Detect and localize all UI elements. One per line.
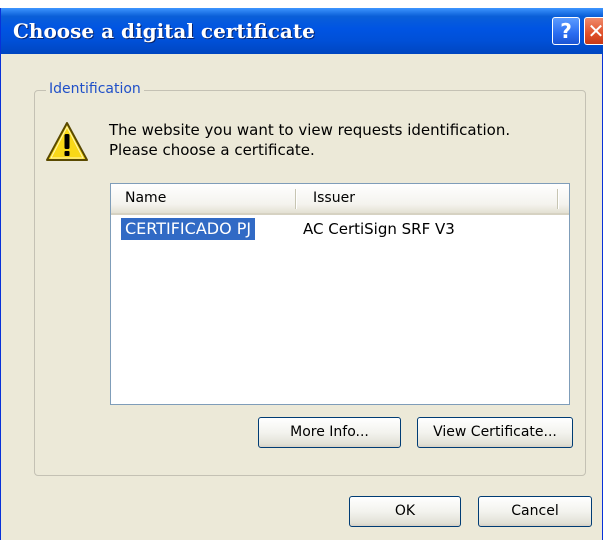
identification-group-label: Identification [46, 81, 144, 97]
close-button[interactable]: ✕ [584, 17, 603, 45]
ok-button[interactable]: OK [349, 496, 461, 527]
certificate-name[interactable]: CERTIFICADO PJ [121, 218, 256, 240]
request-message: The website you want to view requests id… [109, 120, 510, 160]
title-bar[interactable]: Choose a digital certificate ? ✕ [1, 8, 603, 54]
dialog-window: Choose a digital certificate ? ✕ Identif… [0, 8, 603, 540]
column-divider[interactable] [557, 189, 559, 209]
help-icon: ? [560, 19, 572, 43]
column-header-issuer[interactable]: Issuer [313, 190, 355, 206]
close-icon: ✕ [587, 19, 603, 43]
view-certificate-button[interactable]: View Certificate... [417, 417, 573, 448]
message-line-1: The website you want to view requests id… [109, 121, 511, 139]
column-header-name[interactable]: Name [125, 190, 166, 206]
message-line-2: Please choose a certificate. [109, 141, 315, 159]
column-divider[interactable] [295, 189, 297, 209]
certificate-list[interactable]: Name Issuer CERTIFICADO PJ AC CertiSign … [110, 183, 570, 405]
dialog-title: Choose a digital certificate [13, 19, 315, 43]
certificate-issuer[interactable]: AC CertiSign SRF V3 [303, 218, 455, 240]
list-header: Name Issuer [111, 184, 569, 215]
warning-icon [46, 122, 88, 161]
more-info-button[interactable]: More Info... [258, 417, 401, 448]
cancel-button[interactable]: Cancel [478, 496, 592, 527]
list-item[interactable]: CERTIFICADO PJ AC CertiSign SRF V3 [111, 218, 569, 240]
help-button[interactable]: ? [552, 17, 580, 45]
